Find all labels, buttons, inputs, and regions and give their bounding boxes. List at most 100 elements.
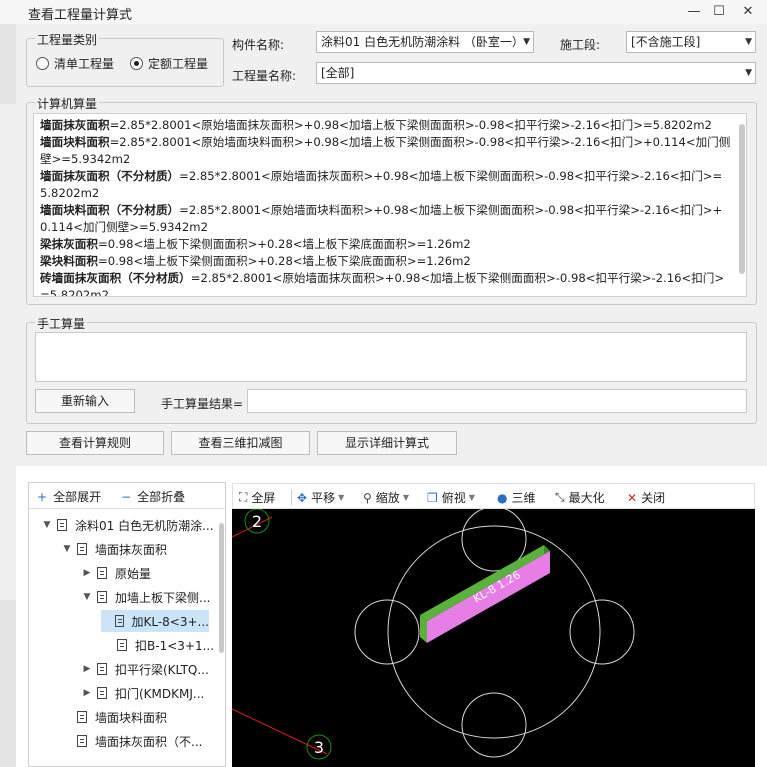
quantity-name-value: [全部] xyxy=(321,66,355,80)
radio-circle-icon xyxy=(36,57,49,70)
component-select[interactable]: 涂料01 白色无机防潮涂料 （卧室一） ▼ xyxy=(316,31,534,53)
calc-line-expr: =2.85*2.8001<原始墙面抹灰面积>+0.98<加墙上板下梁侧面面积>-… xyxy=(109,118,712,132)
tree-item[interactable]: 墙面抹灰面积（不... xyxy=(61,730,202,752)
quantity-name-select[interactable]: [全部] ▼ xyxy=(316,62,756,84)
sphere-icon: ● xyxy=(497,490,508,505)
expand-all-label: 全部展开 xyxy=(53,490,102,504)
calc-line-expr: =0.98<墙上板下梁侧面面积>+0.28<墙上板下梁底面面积>=1.26m2 xyxy=(97,237,471,251)
computer-calc-text[interactable]: 墙面抹灰面积=2.85*2.8001<原始墙面抹灰面积>+0.98<加墙上板下梁… xyxy=(33,113,747,297)
chevron-right-icon[interactable]: ▶ xyxy=(81,568,93,578)
tree-item[interactable]: ▶ 扣平行梁(KLTQ... xyxy=(81,658,209,680)
tree-item[interactable]: 墙面块料面积 xyxy=(61,706,167,728)
plus-icon: + xyxy=(37,489,48,504)
tree-item[interactable]: ▶ 原始量 xyxy=(81,562,151,584)
calc-line-expr: =2.85*2.8001<原始墙面块料面积>+0.98<加墙上板下梁侧面面积>-… xyxy=(40,135,731,166)
top-view-button[interactable]: ❐ 俯视 ▼ xyxy=(427,489,475,506)
axis-label-2: 2 xyxy=(252,512,262,531)
chevron-right-icon[interactable]: ▶ xyxy=(81,688,93,698)
tree-item[interactable]: ▶ 扣门(KMDKMJ... xyxy=(81,682,205,704)
circle-right xyxy=(569,599,635,665)
manual-result-field[interactable] xyxy=(247,389,747,413)
tree-item-label: 加墙上板下梁侧... xyxy=(115,590,211,605)
manual-calc-input[interactable] xyxy=(35,332,747,382)
view-rules-button[interactable]: 查看计算规则 xyxy=(26,431,164,455)
maximize-label: 最大化 xyxy=(568,491,605,505)
tree-item-label: 加KL-8<3+... xyxy=(131,614,210,629)
calc-line-name: 墙面块料面积（不分材质） xyxy=(40,203,180,217)
circle-left xyxy=(354,599,420,665)
quantity-formula-window: 查看工程量计算式 — ☐ ✕ 工程量类别 清单工程量 定额工程量 构件名称: 涂… xyxy=(0,0,767,767)
calc-line: 墙面抹灰面积（不分材质）=2.85*2.8001<原始墙面抹灰面积>+0.98<… xyxy=(34,168,746,202)
document-icon xyxy=(57,519,67,531)
axis-label-3: 3 xyxy=(314,738,324,757)
maximize-icon: ⤡ xyxy=(555,490,565,504)
close-button[interactable]: ✕ xyxy=(737,2,759,22)
calc-lines: 墙面抹灰面积=2.85*2.8001<原始墙面抹灰面积>+0.98<加墙上板下梁… xyxy=(34,114,746,296)
background-strip-bottom xyxy=(0,600,16,767)
calc-line: 梁块料面积=0.98<墙上板下梁侧面面积>+0.28<墙上板下梁底面面积>=1.… xyxy=(34,253,746,270)
zoom-button[interactable]: ⚲ 缩放 ▼ xyxy=(363,489,409,506)
close-view-button[interactable]: ✕ 关闭 xyxy=(627,489,665,506)
fullscreen-button[interactable]: ⛶ 全屏 xyxy=(239,489,275,506)
calc-line-name: 梁抹灰面积 xyxy=(40,237,98,251)
reenter-button[interactable]: 重新输入 xyxy=(35,389,135,413)
collapse-all-label: 全部折叠 xyxy=(137,490,186,504)
zoom-label: 缩放 xyxy=(375,491,400,505)
calc-line: 墙面块料面积（不分材质）=2.85*2.8001<原始墙面块料面积>+0.98<… xyxy=(34,202,746,236)
document-icon xyxy=(77,711,87,723)
viewer-svg: 2 3 KL-8 1.26 xyxy=(232,509,635,760)
search-icon: ⚲ xyxy=(363,490,372,505)
chevron-down-icon: ▼ xyxy=(523,37,530,47)
document-icon xyxy=(97,663,107,675)
pan-icon: ✥ xyxy=(297,490,308,505)
3d-viewer-canvas[interactable]: 2 3 KL-8 1.26 xyxy=(232,509,755,767)
document-icon xyxy=(97,591,107,603)
minimize-button[interactable]: — xyxy=(683,2,705,22)
radio-quota-quantity[interactable]: 定额工程量 xyxy=(130,55,208,72)
document-icon xyxy=(117,639,127,651)
radio-bill-quantity[interactable]: 清单工程量 xyxy=(36,55,114,72)
chevron-right-icon[interactable]: ▶ xyxy=(81,664,93,674)
viewer-toolbar: ⛶ 全屏 ✥ 平移 ▼ ⚲ 缩放 ▼ ❐ 俯视 ▼ ● 三维 ⤡ 最大化 ✕ 关… xyxy=(232,483,755,509)
document-icon xyxy=(77,543,87,555)
tree-scrollbar[interactable] xyxy=(219,523,224,653)
tree-item[interactable]: ▼ 涂料01 白色无机防潮涂... xyxy=(41,514,214,536)
chevron-down-icon: ▼ xyxy=(745,37,752,47)
component-value: 涂料01 白色无机防潮涂料 （卧室一） xyxy=(321,35,524,49)
document-icon xyxy=(77,735,87,747)
tree-item[interactable]: ▼ 墙面抹灰面积 xyxy=(61,538,167,560)
toolbar-divider xyxy=(291,489,292,505)
3d-label: 三维 xyxy=(511,491,536,505)
calc-line-name: 梁块料面积 xyxy=(40,254,98,268)
chevron-down-icon: ▼ xyxy=(402,493,409,502)
construction-stage-select[interactable]: [不含施工段] ▼ xyxy=(626,31,756,53)
tree-item-label: 墙面抹灰面积 xyxy=(95,542,168,557)
top-view-label: 俯视 xyxy=(441,491,466,505)
view-3d-deduction-button[interactable]: 查看三维扣减图 xyxy=(171,431,310,455)
collapse-all-button[interactable]: − 全部折叠 xyxy=(121,488,185,505)
circle-bottom xyxy=(461,692,527,758)
pan-button[interactable]: ✥ 平移 ▼ xyxy=(297,489,344,506)
manual-result-label: 手工算量结果= xyxy=(161,397,244,411)
tree-item[interactable]: ▼ 加墙上板下梁侧... xyxy=(81,586,211,608)
quantity-type-label: 工程量类别 xyxy=(35,31,100,48)
3d-button[interactable]: ● 三维 xyxy=(497,489,536,506)
tree-item[interactable]: 加KL-8<3+... xyxy=(101,610,209,632)
vertical-scrollbar[interactable] xyxy=(739,124,745,274)
radio-selected-icon xyxy=(130,57,143,70)
chevron-down-icon: ▼ xyxy=(468,493,475,502)
tree-item[interactable]: 扣B-1<3+1... xyxy=(101,634,214,656)
expand-all-button[interactable]: + 全部展开 xyxy=(37,488,101,505)
chevron-down-icon[interactable]: ▼ xyxy=(41,520,53,530)
pan-label: 平移 xyxy=(311,491,336,505)
tree-item-label: 扣B-1<3+1... xyxy=(135,638,215,653)
calc-line: 墙面块料面积=2.85*2.8001<原始墙面块料面积>+0.98<加墙上板下梁… xyxy=(34,134,746,168)
chevron-down-icon[interactable]: ▼ xyxy=(61,544,73,554)
chevron-down-icon[interactable]: ▼ xyxy=(81,592,93,602)
construction-stage-value: [不含施工段] xyxy=(631,35,701,49)
tree-item-label: 墙面抹灰面积（不... xyxy=(95,734,203,749)
show-detail-formula-button[interactable]: 显示详细计算式 xyxy=(317,431,457,455)
maximize-view-button[interactable]: ⤡ 最大化 xyxy=(555,489,605,506)
maximize-button[interactable]: ☐ xyxy=(708,2,730,22)
fullscreen-label: 全屏 xyxy=(251,491,276,505)
